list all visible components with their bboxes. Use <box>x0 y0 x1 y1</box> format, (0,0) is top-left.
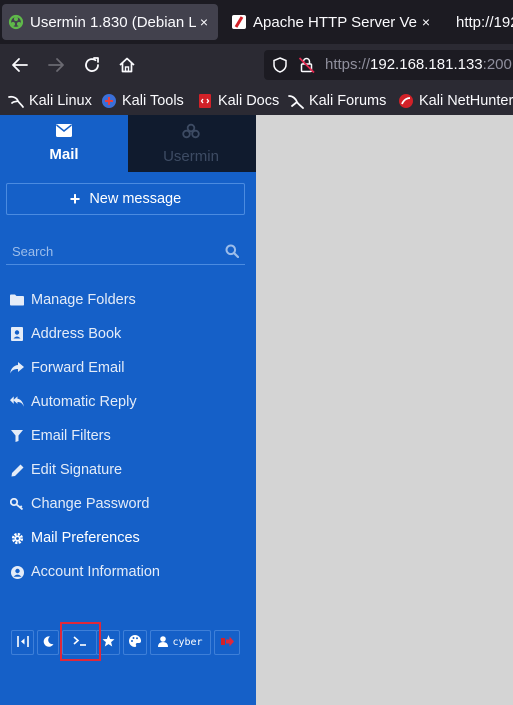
envelope-icon <box>56 124 72 142</box>
bookmark-label: Kali Linux <box>29 93 92 109</box>
star-icon <box>102 635 115 650</box>
username-label: cyber <box>172 637 203 648</box>
sidebar-item-address-book[interactable]: Address Book <box>10 323 121 345</box>
browser-tab-title: Apache HTTP Server Version <box>253 13 418 31</box>
usermin-sidebar: Usermin Mail + New message Manage Folder… <box>0 115 256 705</box>
reload-icon <box>85 57 99 72</box>
sidebar-item-label: Account Information <box>31 564 160 580</box>
palette-icon <box>129 635 141 650</box>
sidebar-item-edit-signature[interactable]: Edit Signature <box>10 459 122 481</box>
collapse-icon <box>16 635 29 650</box>
user-icon <box>158 635 169 650</box>
kali-docs-icon <box>197 93 213 109</box>
new-message-label: New message <box>89 191 182 207</box>
browser-tab-third[interactable]: http://192 <box>450 4 513 40</box>
theme-button[interactable] <box>123 630 147 655</box>
sidebar-item-label: Edit Signature <box>31 462 123 478</box>
night-mode-icon <box>43 635 54 650</box>
bookmark-label: Kali Tools <box>122 93 184 109</box>
user-button[interactable]: cyber <box>150 630 211 655</box>
sidebar-item-label: Address Book <box>31 326 122 342</box>
close-tab-icon[interactable]: × <box>418 14 434 30</box>
bookmark-label: Kali NetHunter <box>419 93 513 109</box>
url-port: :200 <box>482 56 512 73</box>
search-input[interactable] <box>6 239 216 263</box>
sidebar-item-label: Automatic Reply <box>31 394 137 410</box>
logout-button[interactable] <box>214 630 240 655</box>
usermin-favicon-icon <box>8 14 24 30</box>
sidebar-tabs: Usermin Mail <box>0 115 256 172</box>
browser-tab-apache[interactable]: Apache HTTP Server Version × <box>225 4 440 40</box>
user-circle-icon <box>10 565 24 579</box>
new-message-button[interactable]: + New message <box>6 183 245 215</box>
bookmark-label: Kali Forums <box>309 93 387 109</box>
tab-usermin[interactable]: Usermin <box>126 115 256 172</box>
pencil-icon <box>10 463 24 477</box>
browser-tab-bar: Usermin 1.830 (Debian Linux × Apache HTT… <box>0 0 513 44</box>
sidebar-item-email-filters[interactable]: Email Filters <box>10 425 111 447</box>
reply-all-icon <box>10 395 24 409</box>
bookmark-kali-linux[interactable]: Kali Linux <box>8 91 92 111</box>
bookmarks-toolbar: Kali Linux Kali Tools Kali Docs Kali For… <box>0 86 513 115</box>
collapse-button[interactable] <box>11 630 34 655</box>
back-button[interactable] <box>7 52 33 78</box>
terminal-button-highlight <box>60 622 101 661</box>
kali-tools-icon <box>101 93 117 109</box>
sidebar-item-automatic-reply[interactable]: Automatic Reply <box>10 391 137 413</box>
kali-forums-icon <box>288 93 304 109</box>
sidebar-item-account-information[interactable]: Account Information <box>10 561 160 583</box>
tab-usermin-label: Usermin <box>163 147 219 165</box>
plus-icon: + <box>69 189 81 209</box>
kali-nethunter-icon <box>398 93 414 109</box>
reload-button[interactable] <box>79 52 105 78</box>
bookmark-kali-tools[interactable]: Kali Tools <box>101 91 184 111</box>
url-text: https://192.168.181.133:200 <box>325 56 512 73</box>
apache-favicon-icon <box>231 14 247 30</box>
search-icon[interactable] <box>225 244 240 263</box>
filter-icon <box>10 429 24 443</box>
address-book-icon <box>10 327 24 341</box>
sidebar-item-forward-email[interactable]: Forward Email <box>10 357 124 379</box>
sidebar-item-label: Manage Folders <box>31 292 136 308</box>
sidebar-item-label: Email Filters <box>31 428 111 444</box>
home-icon <box>119 57 135 73</box>
sidebar-item-label: Mail Preferences <box>31 530 140 546</box>
sidebar-item-manage-folders[interactable]: Manage Folders <box>10 289 136 311</box>
kali-dragon-icon <box>8 93 24 109</box>
forward-button[interactable] <box>43 52 69 78</box>
bookmark-kali-nethunter[interactable]: Kali NetHunter <box>398 91 513 111</box>
logout-icon <box>220 636 234 650</box>
bookmark-label: Kali Docs <box>218 93 280 109</box>
sidebar-item-mail-preferences[interactable]: Mail Preferences <box>10 527 140 549</box>
browser-tab-usermin[interactable]: Usermin 1.830 (Debian Linux × <box>2 4 218 40</box>
tab-mail-label: Mail <box>49 146 79 163</box>
gear-icon <box>10 531 24 545</box>
browser-tab-title: http://192 <box>456 13 513 31</box>
browser-nav-bar: https://192.168.181.133:200 <box>0 44 513 86</box>
home-button[interactable] <box>114 52 140 78</box>
address-bar[interactable]: https://192.168.181.133:200 <box>264 50 513 80</box>
url-host: 192.168.181.133 <box>370 56 483 73</box>
forward-arrow-icon <box>48 58 64 72</box>
folder-icon <box>10 293 24 307</box>
browser-tab-title: Usermin 1.830 (Debian Linux <box>30 13 196 31</box>
share-arrow-icon <box>10 361 24 375</box>
usermin-logo-icon <box>182 123 200 144</box>
bookmark-kali-forums[interactable]: Kali Forums <box>288 91 386 111</box>
sidebar-item-change-password[interactable]: Change Password <box>10 493 150 515</box>
tracking-shield-icon[interactable] <box>272 57 288 78</box>
insecure-lock-icon[interactable] <box>298 56 316 79</box>
main-content-area <box>256 115 513 705</box>
sidebar-item-label: Change Password <box>31 496 150 512</box>
key-icon <box>10 497 24 511</box>
url-scheme: https:// <box>325 56 371 73</box>
close-tab-icon[interactable]: × <box>196 14 212 30</box>
search-box <box>6 239 245 265</box>
back-arrow-icon <box>12 58 28 72</box>
sidebar-item-label: Forward Email <box>31 360 125 376</box>
night-mode-button[interactable] <box>37 630 59 655</box>
bookmark-kali-docs[interactable]: Kali Docs <box>197 91 279 111</box>
tab-mail[interactable]: Mail <box>0 115 128 172</box>
